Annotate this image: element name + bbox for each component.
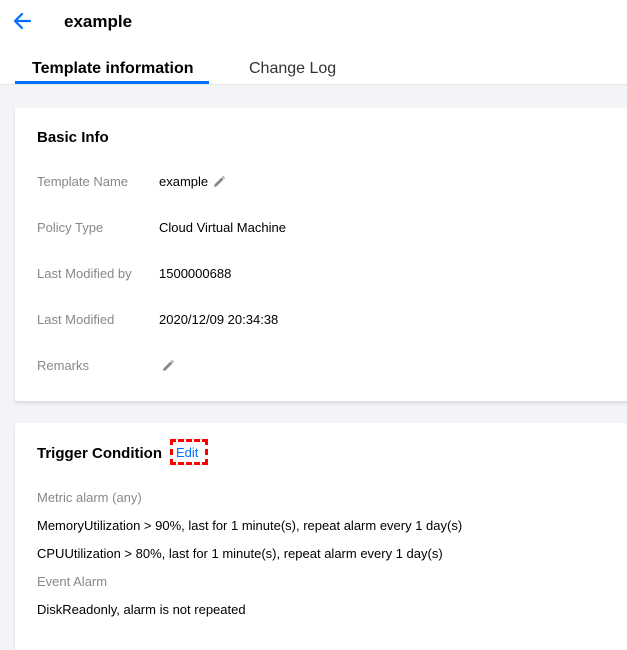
policy-type-value: Cloud Virtual Machine [159, 220, 286, 235]
trigger-condition-card: Trigger Condition Edit Metric alarm (any… [15, 423, 627, 650]
remarks-label: Remarks [37, 358, 90, 373]
page-header: example Template information Change Log [0, 0, 627, 85]
metric-rule-memory: MemoryUtilization > 90%, last for 1 minu… [37, 518, 463, 533]
edit-template-name-pencil-icon[interactable] [212, 175, 226, 189]
trigger-condition-title: Trigger Condition [37, 445, 162, 462]
policy-type-label: Policy Type [37, 220, 104, 235]
event-rule-diskreadonly: DiskReadonly, alarm is not repeated [37, 602, 246, 617]
last-modified-by-value: 1500000688 [159, 266, 232, 281]
page-title: example [64, 12, 133, 31]
edit-remarks-pencil-icon[interactable] [161, 359, 175, 373]
basic-info-title: Basic Info [37, 129, 109, 146]
tab-template-information[interactable]: Template information [32, 58, 194, 80]
back-arrow-icon[interactable] [12, 11, 32, 31]
metric-alarm-heading: Metric alarm (any) [37, 490, 142, 505]
metric-rule-cpu: CPUUtilization > 80%, last for 1 minute(… [37, 546, 443, 561]
active-tab-underline [15, 81, 209, 84]
event-alarm-heading: Event Alarm [37, 574, 108, 589]
last-modified-value: 2020/12/09 20:34:38 [159, 312, 279, 327]
last-modified-label: Last Modified [37, 312, 115, 327]
last-modified-by-label: Last Modified by [37, 266, 132, 281]
basic-info-card: Basic Info Template Name example Policy … [15, 108, 627, 401]
tab-change-log[interactable]: Change Log [249, 58, 336, 80]
trigger-edit-link[interactable]: Edit [174, 445, 200, 460]
template-name-value: example [159, 174, 209, 189]
template-name-label: Template Name [37, 174, 129, 189]
